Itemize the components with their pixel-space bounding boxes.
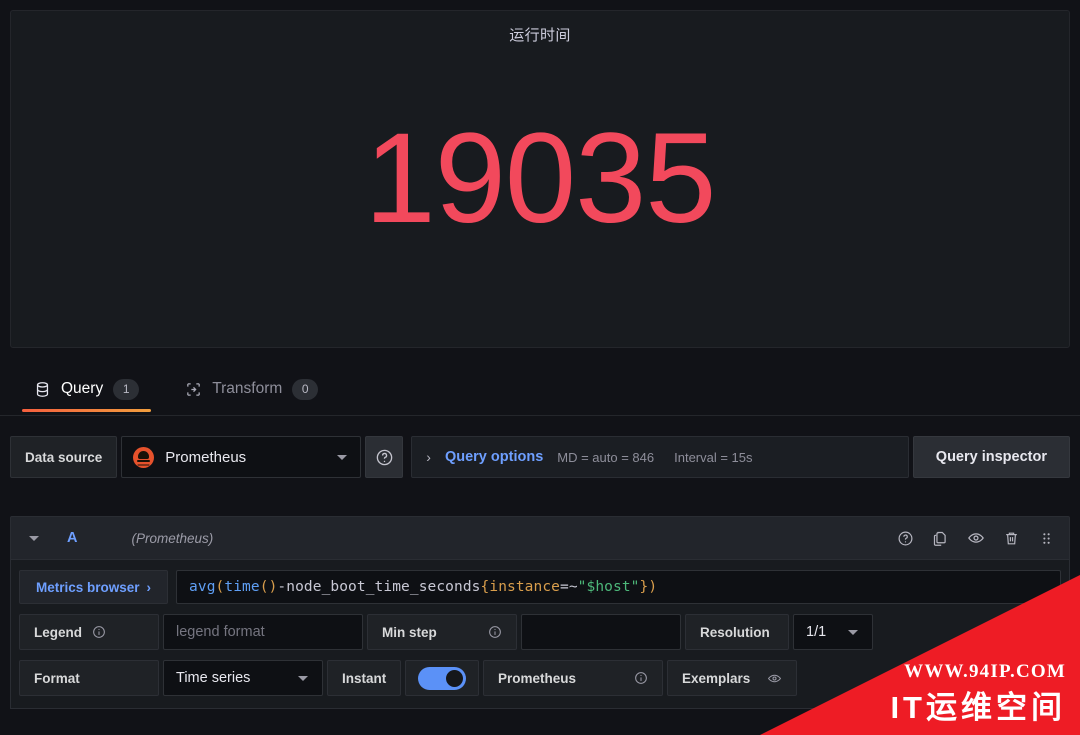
panel-title: 运行时间 <box>509 27 571 44</box>
legend-options-row: Legend Min step <box>19 614 1061 650</box>
exemplars-eye-icon[interactable] <box>767 671 782 686</box>
expr-token-metric: node_boot_time_seconds <box>286 579 481 595</box>
format-label-cell: Format <box>19 660 159 696</box>
grafana-panel-edit-screen: 运行时间 19035 Query 1 Transform 0 Data sour… <box>0 0 1080 735</box>
query-row-header: A (Prometheus) <box>10 516 1070 560</box>
expr-token-label: instance <box>489 579 560 595</box>
instant-label: Instant <box>342 670 387 686</box>
tab-query-badge: 1 <box>113 378 140 400</box>
metrics-browser-caret-icon: › <box>146 579 152 595</box>
min-step-info-icon[interactable] <box>488 625 502 639</box>
prometheus-logo-icon <box>133 446 155 468</box>
tab-transform[interactable]: Transform 0 <box>173 366 330 412</box>
query-options-bar: › Query options MD = auto = 846 Interval… <box>411 436 909 478</box>
collapse-query-chevron-icon[interactable] <box>29 535 39 541</box>
expr-token-fn-avg: avg <box>189 579 216 595</box>
datasource-label: Data source <box>10 436 118 478</box>
query-datasource-note: (Prometheus) <box>131 530 214 546</box>
stat-panel: 运行时间 19035 <box>10 10 1070 348</box>
drag-handle-icon[interactable] <box>1038 530 1055 547</box>
duplicate-query-icon[interactable] <box>932 530 949 547</box>
query-editor-row: A (Prometheus) Metrics browser › avg (t… <box>10 516 1070 709</box>
prometheus-type-label: Prometheus <box>498 670 577 686</box>
transform-icon <box>185 381 202 398</box>
resolution-value: 1/1 <box>806 624 827 640</box>
tab-query-label: Query <box>61 380 104 397</box>
format-options-row: Format Time series Instant Prometheus Ex… <box>19 660 1061 696</box>
metrics-browser-button[interactable]: Metrics browser › <box>19 570 169 604</box>
resolution-select[interactable]: 1/1 <box>793 614 873 650</box>
min-step-input[interactable] <box>521 614 681 650</box>
resolution-label-cell: Resolution <box>685 614 789 650</box>
query-help-icon[interactable] <box>897 530 914 547</box>
expr-token-close-paren-2: ) <box>268 579 278 595</box>
panel-body: 19035 <box>11 45 1069 325</box>
query-options-toggle[interactable]: Query options <box>445 449 543 465</box>
metrics-browser-label: Metrics browser <box>36 579 140 595</box>
hide-response-eye-icon[interactable] <box>967 529 985 547</box>
legend-format-input[interactable] <box>163 614 363 650</box>
expr-token-open-paren-2: ( <box>259 579 269 595</box>
help-circle-icon <box>376 449 393 465</box>
expr-token-minus: - <box>277 579 287 595</box>
query-options-caret[interactable]: › <box>426 450 431 464</box>
prometheus-type-cell: Prometheus <box>483 660 663 696</box>
interval-info: Interval = 15s <box>674 449 753 465</box>
exemplars-cell: Exemplars <box>667 660 797 696</box>
datasource-row: Data source Prometheus › Query options M… <box>10 436 1070 478</box>
database-icon <box>34 381 51 398</box>
tab-query[interactable]: Query 1 <box>22 366 152 412</box>
min-step-label-cell: Min step <box>367 614 517 650</box>
expr-token-open-paren-1: ( <box>215 579 225 595</box>
query-row-actions <box>897 529 1055 547</box>
instant-toggle[interactable] <box>418 666 466 690</box>
query-ref-id[interactable]: A <box>67 530 77 546</box>
editor-tabs: Query 1 Transform 0 <box>0 366 1080 416</box>
datasource-picker[interactable]: Prometheus <box>121 436 362 478</box>
legend-info-icon[interactable] <box>92 625 106 639</box>
max-data-points-info: MD = auto = 846 <box>557 449 655 465</box>
expr-token-brace-open: { <box>480 579 490 595</box>
instant-toggle-cell <box>405 660 479 696</box>
tab-transform-badge: 0 <box>292 378 319 400</box>
prometheus-type-info-icon[interactable] <box>634 671 648 685</box>
format-label: Format <box>34 670 80 686</box>
expr-token-close-paren-1: ) <box>648 579 658 595</box>
datasource-selected-value: Prometheus <box>165 448 247 466</box>
exemplars-label: Exemplars <box>682 670 751 686</box>
instant-label-cell: Instant <box>327 660 401 696</box>
legend-label-cell: Legend <box>19 614 159 650</box>
format-select[interactable]: Time series <box>163 660 323 696</box>
chevron-down-icon <box>848 629 858 635</box>
stat-value: 19035 <box>364 107 717 250</box>
legend-label: Legend <box>34 624 83 640</box>
min-step-label: Min step <box>382 624 437 640</box>
expr-token-fn-time: time <box>224 579 260 595</box>
resolution-label: Resolution <box>700 624 770 640</box>
expr-token-matcher: =~ <box>560 579 578 595</box>
chevron-down-icon <box>337 454 348 460</box>
datasource-help-button[interactable] <box>365 436 404 478</box>
query-row-body: Metrics browser › avg(time() - node_boot… <box>10 560 1070 709</box>
expression-row: Metrics browser › avg(time() - node_boot… <box>19 570 1061 604</box>
format-value: Time series <box>176 670 251 686</box>
remove-query-trash-icon[interactable] <box>1003 530 1020 547</box>
expr-token-brace-close: } <box>639 579 649 595</box>
chevron-down-icon <box>298 675 308 681</box>
expr-token-value: "$host" <box>577 579 640 595</box>
promql-expression-input[interactable]: avg(time() - node_boot_time_seconds{inst… <box>176 570 1061 604</box>
query-inspector-button[interactable]: Query inspector <box>912 436 1070 478</box>
tab-transform-label: Transform <box>212 380 283 397</box>
